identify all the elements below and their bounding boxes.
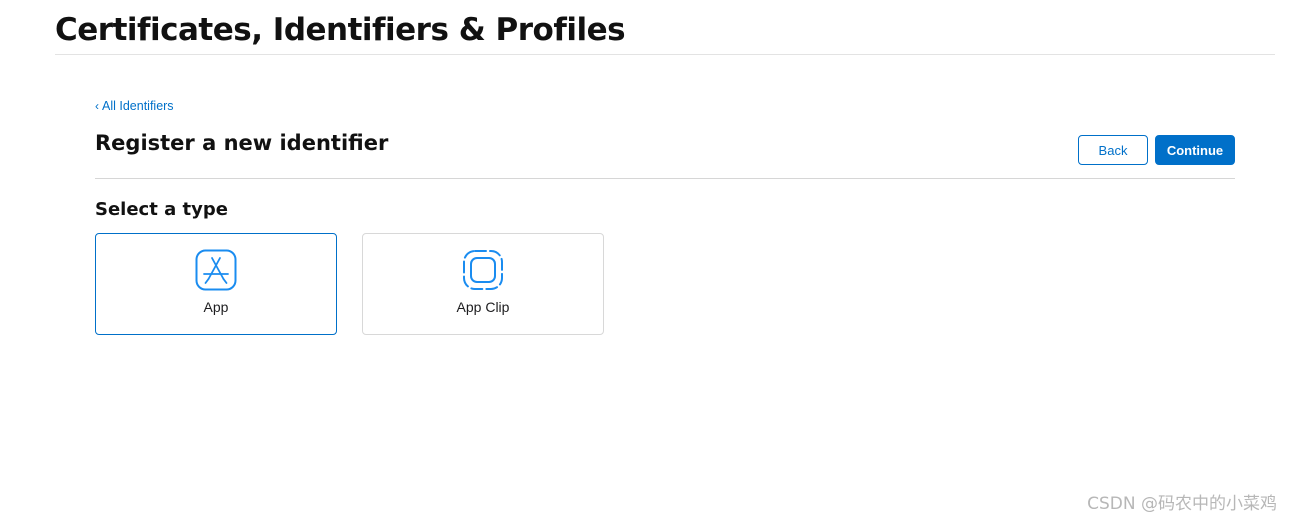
type-option-app-clip[interactable]: App Clip: [362, 233, 604, 335]
type-option-label: App Clip: [456, 299, 510, 315]
type-option-app[interactable]: App: [95, 233, 337, 335]
header-divider: [55, 54, 1275, 55]
app-clip-icon: [463, 250, 503, 290]
breadcrumb-label: All Identifiers: [102, 99, 174, 113]
back-button[interactable]: Back: [1078, 135, 1148, 165]
page-title: Certificates, Identifiers & Profiles: [55, 12, 626, 48]
continue-button[interactable]: Continue: [1155, 135, 1235, 165]
type-option-label: App: [203, 299, 229, 315]
section-title: Register a new identifier: [95, 131, 389, 155]
chevron-left-icon: ‹: [95, 99, 99, 113]
select-type-heading: Select a type: [95, 199, 228, 220]
breadcrumb-all-identifiers-link[interactable]: ‹ All Identifiers: [95, 99, 174, 113]
section-divider: [95, 178, 1235, 179]
app-store-icon: [195, 249, 237, 291]
watermark: CSDN @码农中的小菜鸡: [1087, 494, 1277, 514]
